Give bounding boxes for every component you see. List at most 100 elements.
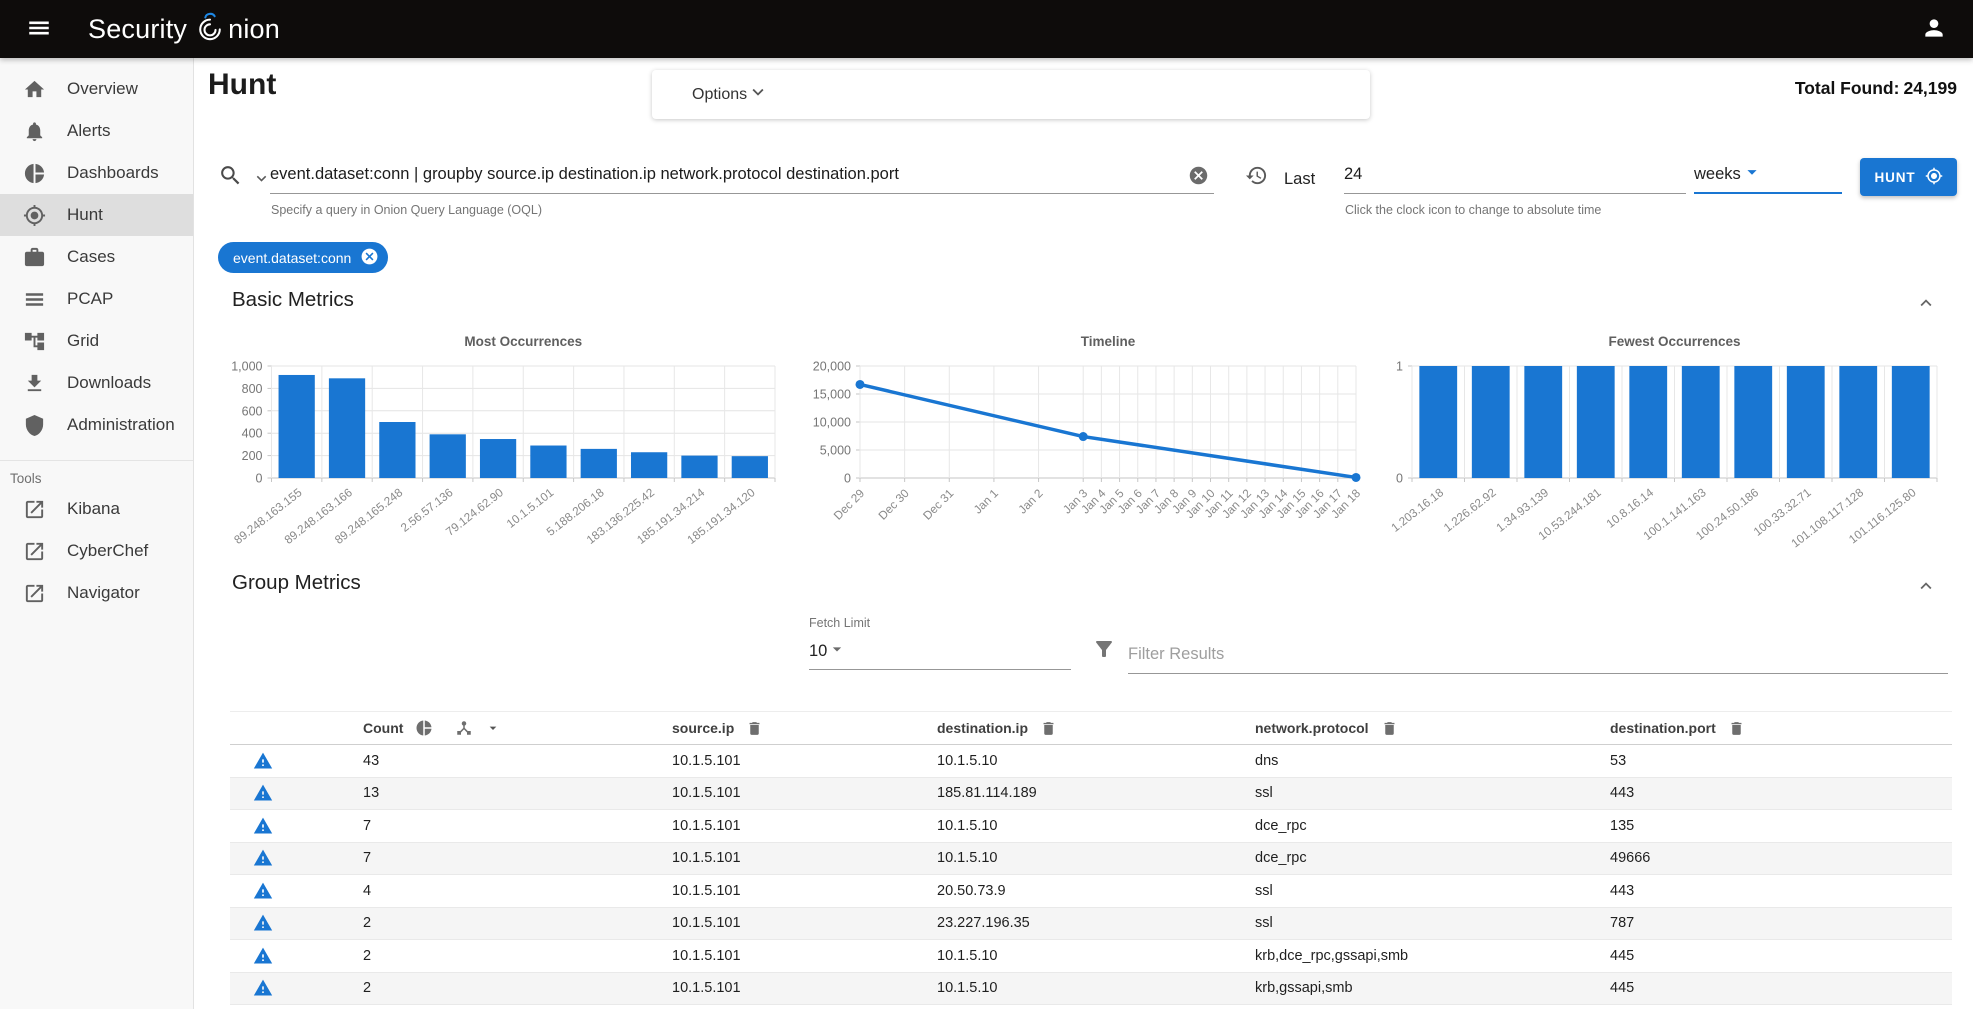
user-menu-button[interactable] xyxy=(1913,8,1955,50)
chevron-up-icon[interactable] xyxy=(1915,575,1937,597)
bell-icon xyxy=(23,120,46,143)
sidebar-item-alerts[interactable]: Alerts xyxy=(0,110,193,152)
sidebar-item-label: Overview xyxy=(67,79,138,99)
column-header-destination-port: destination.port xyxy=(1610,720,1952,737)
svg-text:400: 400 xyxy=(242,427,263,441)
sidebar-item-kibana[interactable]: Kibana xyxy=(0,488,193,530)
sidebar-item-label: Kibana xyxy=(67,499,120,519)
home-icon xyxy=(23,78,46,101)
table-row[interactable]: 710.1.5.10110.1.5.10dce_rpc49666 xyxy=(230,843,1952,876)
warning-icon[interactable] xyxy=(253,751,273,771)
column-header-label[interactable]: Count xyxy=(363,720,403,736)
column-header-label[interactable]: network.protocol xyxy=(1255,720,1369,736)
chart-most-occurrences-svg: Most Occurrences02004006008001,00089.248… xyxy=(216,326,787,561)
table-cell: 7 xyxy=(300,850,672,866)
warning-icon[interactable] xyxy=(253,848,273,868)
table-header-row: Count source.ip destination.ip network.prot… xyxy=(230,711,1952,745)
query-input[interactable] xyxy=(270,156,1214,194)
chevron-up-icon[interactable] xyxy=(1915,292,1937,314)
menu-button[interactable] xyxy=(18,8,60,50)
shield-icon xyxy=(23,414,46,437)
history-icon[interactable] xyxy=(1245,164,1268,187)
clear-icon[interactable] xyxy=(360,247,379,266)
pie-chart-icon[interactable] xyxy=(415,719,433,737)
sidebar-item-pcap[interactable]: PCAP xyxy=(0,278,193,320)
hunt-button[interactable]: HUNT xyxy=(1860,158,1957,196)
table-cell: 10.1.5.10 xyxy=(937,948,1255,964)
caret-down-icon[interactable] xyxy=(485,720,501,736)
time-unit-select[interactable]: weeks xyxy=(1694,156,1842,194)
onion-logo-icon xyxy=(193,12,227,46)
chevron-down-icon xyxy=(747,81,769,103)
sidebar-item-cases[interactable]: Cases xyxy=(0,236,193,278)
app-logo: Security nion xyxy=(88,12,280,46)
trash-icon[interactable] xyxy=(1381,720,1398,737)
groupby-icon[interactable] xyxy=(455,719,473,737)
table-cell: 49666 xyxy=(1610,850,1952,866)
svg-text:Jan 1: Jan 1 xyxy=(971,486,1001,516)
sidebar-item-label: Cases xyxy=(67,247,115,267)
sidebar-item-administration[interactable]: Administration xyxy=(0,404,193,446)
chart-most-occurrences: Most Occurrences02004006008001,00089.248… xyxy=(216,326,787,566)
table-cell: 10.1.5.101 xyxy=(672,915,937,931)
trash-icon[interactable] xyxy=(1040,720,1057,737)
svg-text:Dec 31: Dec 31 xyxy=(920,486,956,522)
table-cell: 7 xyxy=(300,818,672,834)
column-header-label[interactable]: destination.ip xyxy=(937,720,1028,736)
row-alert-cell xyxy=(230,751,300,771)
warning-icon[interactable] xyxy=(253,783,273,803)
sidebar-item-grid[interactable]: Grid xyxy=(0,320,193,362)
trash-icon[interactable] xyxy=(746,720,763,737)
column-header-network-protocol: network.protocol xyxy=(1255,720,1610,737)
svg-text:10,000: 10,000 xyxy=(813,416,851,430)
table-row[interactable]: 4310.1.5.10110.1.5.10dns53 xyxy=(230,745,1952,778)
table-row[interactable]: 1310.1.5.101185.81.114.189ssl443 xyxy=(230,778,1952,811)
basic-metrics-title: Basic Metrics xyxy=(232,288,354,312)
sidebar-item-hunt[interactable]: Hunt xyxy=(0,194,193,236)
sidebar-item-cyberchef[interactable]: CyberChef xyxy=(0,530,193,572)
warning-icon[interactable] xyxy=(253,913,273,933)
warning-icon[interactable] xyxy=(253,881,273,901)
svg-text:1,000: 1,000 xyxy=(231,360,262,374)
options-dropdown[interactable]: Options xyxy=(652,70,1370,119)
table-row[interactable]: 210.1.5.10110.1.5.10krb,dce_rpc,gssapi,s… xyxy=(230,940,1952,973)
logo-text-prefix: Security xyxy=(88,14,187,45)
table-row[interactable]: 210.1.5.10110.1.5.10krb,gssapi,smb445 xyxy=(230,973,1952,1006)
warning-icon[interactable] xyxy=(253,946,273,966)
trash-icon[interactable] xyxy=(1728,720,1745,737)
sidebar-item-downloads[interactable]: Downloads xyxy=(0,362,193,404)
table-row[interactable]: 210.1.5.10123.227.196.35ssl787 xyxy=(230,908,1952,941)
main-content: Hunt Options Total Found:24,199 Specify … xyxy=(194,58,1973,1009)
table-row[interactable]: 410.1.5.10120.50.73.9ssl443 xyxy=(230,875,1952,908)
warning-icon[interactable] xyxy=(253,816,273,836)
svg-text:Dec 29: Dec 29 xyxy=(831,486,867,522)
filter-chip[interactable]: event.dataset:conn xyxy=(218,242,388,273)
table-row[interactable]: 710.1.5.10110.1.5.10dce_rpc135 xyxy=(230,810,1952,843)
column-header-label[interactable]: source.ip xyxy=(672,720,734,736)
chevron-down-icon[interactable] xyxy=(252,169,271,188)
warning-icon[interactable] xyxy=(253,978,273,998)
fetch-limit-select[interactable]: Fetch Limit 10 xyxy=(809,616,1071,670)
svg-text:600: 600 xyxy=(242,404,263,418)
options-label: Options xyxy=(692,86,747,104)
tools-section-label: Tools xyxy=(0,460,193,488)
sidebar-item-dashboards[interactable]: Dashboards xyxy=(0,152,193,194)
svg-text:1.203.16.18: 1.203.16.18 xyxy=(1388,485,1446,535)
sidebar-item-navigator[interactable]: Navigator xyxy=(0,572,193,614)
search-icon[interactable] xyxy=(218,163,243,188)
table-cell: 10.1.5.101 xyxy=(672,980,937,996)
crosshair-icon xyxy=(23,204,46,227)
sidebar-item-overview[interactable]: Overview xyxy=(0,68,193,110)
svg-text:0: 0 xyxy=(844,472,851,486)
total-found-label: Total Found: xyxy=(1795,78,1900,98)
filter-results-input[interactable] xyxy=(1128,636,1948,674)
total-found-value: 24,199 xyxy=(1903,78,1957,98)
svg-text:5,000: 5,000 xyxy=(820,444,851,458)
logo-text-suffix: nion xyxy=(228,14,280,45)
column-header-label[interactable]: destination.port xyxy=(1610,720,1716,736)
time-value-input[interactable] xyxy=(1344,156,1686,194)
clear-icon[interactable] xyxy=(1188,165,1209,186)
sidebar-item-label: CyberChef xyxy=(67,541,148,561)
column-header-Count: Count xyxy=(300,719,672,737)
crosshair-icon xyxy=(1925,167,1943,185)
